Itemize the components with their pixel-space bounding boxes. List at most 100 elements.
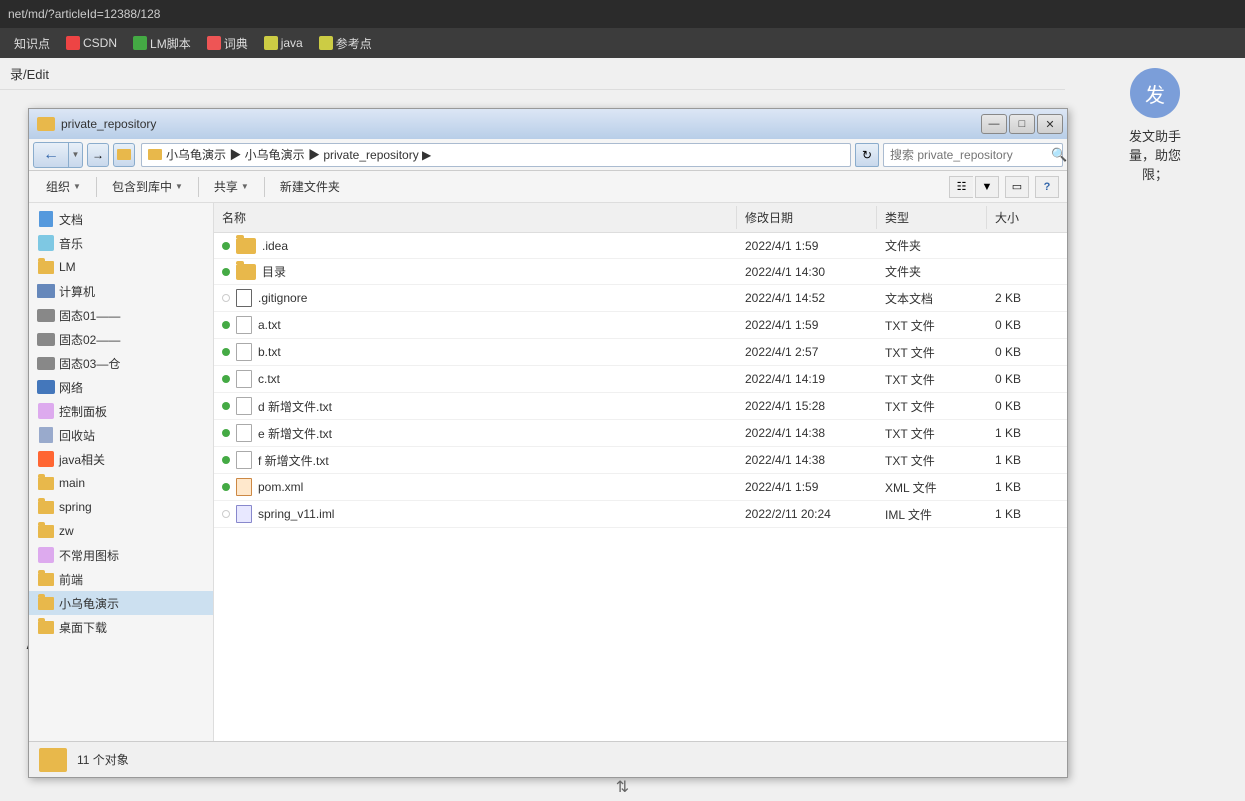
search-input[interactable] bbox=[884, 148, 1051, 162]
sidebar-item-16[interactable]: 小乌龟演示 bbox=[29, 591, 213, 615]
table-row[interactable]: c.txt2022/4/1 14:19TXT 文件0 KB bbox=[214, 366, 1067, 393]
ref-icon bbox=[319, 36, 333, 50]
bookmark-zhishidian[interactable]: 知识点 bbox=[8, 33, 56, 54]
file-name-0: .idea bbox=[214, 235, 737, 257]
col-name[interactable]: 名称 bbox=[214, 206, 737, 229]
col-date[interactable]: 修改日期 bbox=[737, 206, 877, 229]
new-folder-button[interactable]: 新建文件夹 bbox=[271, 174, 349, 199]
view-dropdown-button[interactable]: ▼ bbox=[975, 176, 999, 198]
sidebar-item-1[interactable]: 音乐 bbox=[29, 231, 213, 255]
file-name-7: e 新增文件.txt bbox=[214, 421, 737, 445]
table-row[interactable]: .idea2022/4/1 1:59文件夹 bbox=[214, 233, 1067, 259]
col-type[interactable]: 类型 bbox=[877, 206, 987, 229]
file-icon-3 bbox=[236, 316, 252, 334]
bookmark-label: 知识点 bbox=[14, 35, 50, 52]
table-row[interactable]: 目录2022/4/1 14:30文件夹 bbox=[214, 259, 1067, 285]
minimize-button[interactable]: — bbox=[981, 114, 1007, 134]
fa-desc3: 限； bbox=[1142, 164, 1168, 183]
sidebar-icon-0 bbox=[37, 210, 55, 228]
file-type-8: TXT 文件 bbox=[877, 449, 987, 472]
maximize-button[interactable]: □ bbox=[1009, 114, 1035, 134]
sidebar-label-13: zw bbox=[59, 524, 74, 538]
bookmark-lm[interactable]: LM脚本 bbox=[127, 33, 197, 54]
bookmark-dict[interactable]: 词典 bbox=[201, 33, 254, 54]
table-row[interactable]: f 新增文件.txt2022/4/1 14:38TXT 文件1 KB bbox=[214, 447, 1067, 474]
file-size-1 bbox=[987, 269, 1067, 275]
sidebar-icon-14 bbox=[37, 546, 55, 564]
sidebar-item-11[interactable]: main bbox=[29, 471, 213, 495]
forward-button[interactable]: → bbox=[87, 143, 109, 167]
sidebar-label-9: 回收站 bbox=[59, 427, 95, 444]
sidebar-item-0[interactable]: 文档 bbox=[29, 207, 213, 231]
sidebar-item-4[interactable]: 固态01—— bbox=[29, 303, 213, 327]
refresh-button[interactable]: ↻ bbox=[855, 143, 879, 167]
sidebar-item-6[interactable]: 固态03—仓 bbox=[29, 351, 213, 375]
file-list-header: 名称 修改日期 类型 大小 bbox=[214, 203, 1067, 233]
table-row[interactable]: d 新增文件.txt2022/4/1 15:28TXT 文件0 KB bbox=[214, 393, 1067, 420]
view-list-button[interactable]: ☷ bbox=[949, 176, 973, 198]
table-row[interactable]: .gitignore2022/4/1 14:52文本文档2 KB bbox=[214, 285, 1067, 312]
sidebar-label-10: java相关 bbox=[59, 451, 105, 468]
sidebar-icon-3 bbox=[37, 282, 55, 300]
back-button[interactable]: ← bbox=[33, 142, 69, 168]
sidebar-icon-10 bbox=[37, 450, 55, 468]
help-button[interactable]: ? bbox=[1035, 176, 1059, 198]
sidebar-item-13[interactable]: zw bbox=[29, 519, 213, 543]
toolbar-sep-2 bbox=[198, 177, 199, 197]
file-icon-7 bbox=[236, 424, 252, 442]
col-size[interactable]: 大小 bbox=[987, 206, 1067, 229]
sidebar-label-2: LM bbox=[59, 260, 76, 274]
table-row[interactable]: spring_v11.iml2022/2/11 20:24IML 文件1 KB bbox=[214, 501, 1067, 528]
sidebar-item-7[interactable]: 网络 bbox=[29, 375, 213, 399]
close-button[interactable]: ✕ bbox=[1037, 114, 1063, 134]
sidebar-icon-2 bbox=[37, 258, 55, 276]
sidebar-item-15[interactable]: 前端 bbox=[29, 567, 213, 591]
sidebar-icon-16 bbox=[37, 594, 55, 612]
file-name-text-8: f 新增文件.txt bbox=[258, 452, 329, 469]
sidebar-item-14[interactable]: 不常用图标 bbox=[29, 543, 213, 567]
file-name-1: 目录 bbox=[214, 260, 737, 283]
up-button[interactable] bbox=[113, 143, 135, 167]
file-date-9: 2022/4/1 1:59 bbox=[737, 477, 877, 497]
file-type-10: IML 文件 bbox=[877, 503, 987, 526]
dict-icon bbox=[207, 36, 221, 50]
page-toolbar: 录/Edit bbox=[0, 58, 1245, 90]
file-date-6: 2022/4/1 15:28 bbox=[737, 396, 877, 416]
address-path[interactable]: 小乌龟演示 ▶ 小乌龟演示 ▶ private_repository ▶ bbox=[141, 143, 851, 167]
fa-desc1: 发文助手 bbox=[1129, 126, 1181, 145]
bookmark-ref[interactable]: 参考点 bbox=[313, 33, 378, 54]
sidebar-item-10[interactable]: java相关 bbox=[29, 447, 213, 471]
search-box[interactable]: 🔍 bbox=[883, 143, 1063, 167]
table-row[interactable]: b.txt2022/4/1 2:57TXT 文件0 KB bbox=[214, 339, 1067, 366]
organize-button[interactable]: 组织 ▼ bbox=[37, 174, 90, 199]
sidebar-item-12[interactable]: spring bbox=[29, 495, 213, 519]
bookmark-csdn[interactable]: CSDN bbox=[60, 34, 123, 52]
sidebar-item-5[interactable]: 固态02—— bbox=[29, 327, 213, 351]
view-details-button[interactable]: ▭ bbox=[1005, 176, 1029, 198]
avatar-label: 发 bbox=[1145, 79, 1165, 108]
table-row[interactable]: pom.xml2022/4/1 1:59XML 文件1 KB bbox=[214, 474, 1067, 501]
back-dropdown[interactable]: ▼ bbox=[69, 142, 83, 168]
search-button[interactable]: 🔍 bbox=[1051, 144, 1067, 166]
file-date-7: 2022/4/1 14:38 bbox=[737, 423, 877, 443]
bookmark-label: 参考点 bbox=[336, 35, 372, 52]
bookmark-java[interactable]: java bbox=[258, 34, 309, 52]
include-library-arrow: ▼ bbox=[175, 182, 183, 191]
file-type-4: TXT 文件 bbox=[877, 341, 987, 364]
file-size-0 bbox=[987, 243, 1067, 249]
include-library-label: 包含到库中 bbox=[112, 178, 172, 195]
sidebar-item-9[interactable]: 回收站 bbox=[29, 423, 213, 447]
organize-label: 组织 bbox=[46, 178, 70, 195]
svn-icon-10 bbox=[222, 510, 230, 518]
include-library-button[interactable]: 包含到库中 ▼ bbox=[103, 174, 192, 199]
share-button[interactable]: 共享 ▼ bbox=[205, 174, 258, 199]
sidebar: 文档音乐 LM 计算机固态01——固态02——固态03—仓网络控制面板回收站 java… bbox=[29, 203, 214, 741]
sidebar-item-8[interactable]: 控制面板 bbox=[29, 399, 213, 423]
sidebar-item-17[interactable]: 桌面下载 bbox=[29, 615, 213, 639]
table-row[interactable]: e 新增文件.txt2022/4/1 14:38TXT 文件1 KB bbox=[214, 420, 1067, 447]
file-size-10: 1 KB bbox=[987, 504, 1067, 524]
table-row[interactable]: a.txt2022/4/1 1:59TXT 文件0 KB bbox=[214, 312, 1067, 339]
sidebar-item-2[interactable]: LM bbox=[29, 255, 213, 279]
sidebar-item-3[interactable]: 计算机 bbox=[29, 279, 213, 303]
file-icon-0 bbox=[236, 238, 256, 254]
